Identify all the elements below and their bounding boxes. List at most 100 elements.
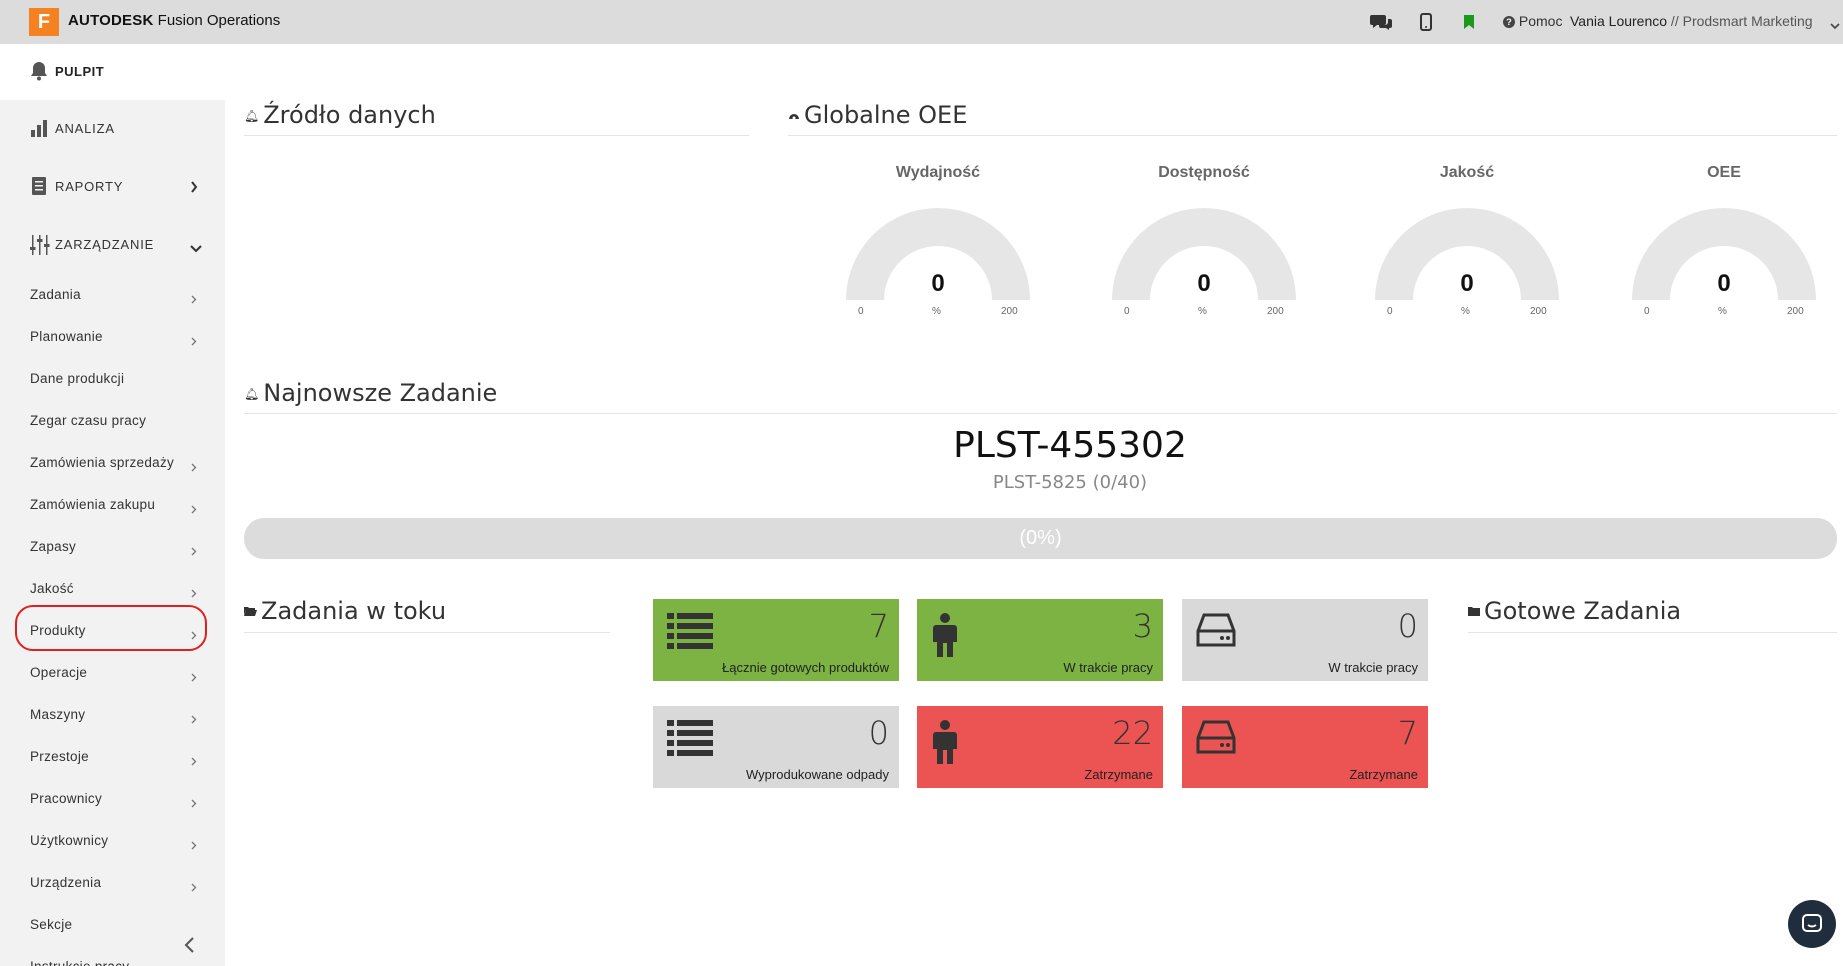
chat-icon[interactable] <box>1370 11 1392 33</box>
gauge-value: 0 <box>1717 270 1731 297</box>
sidebar-item-13[interactable]: Użytkownicy <box>0 822 225 860</box>
sidebar-label: RAPORTY <box>55 179 124 194</box>
brand-strong: AUTODESK <box>68 12 154 29</box>
gauge-max: 200 <box>1787 306 1804 317</box>
sidebar-item-2[interactable]: Dane produkcji <box>0 360 225 398</box>
gauge-unit: % <box>1718 306 1727 317</box>
folder-icon <box>1468 605 1480 619</box>
app-logo[interactable]: F <box>29 8 59 36</box>
sidebar: PULPIT ANALIZA RAPORTY ZARZĄDZANIE Zadan… <box>0 44 225 966</box>
divider <box>244 632 610 633</box>
sidebar-item-label: Zadania <box>30 287 81 302</box>
gauge-label: Wydajność <box>895 164 981 181</box>
stat-tile[interactable]: 0 Wyprodukowane odpady <box>653 706 899 788</box>
bell-icon <box>30 61 48 86</box>
gauge-min: 0 <box>1387 306 1393 317</box>
sidebar-item-label: Planowanie <box>30 329 103 344</box>
sidebar-item-12[interactable]: Pracownicy <box>0 780 225 818</box>
help-link[interactable]: ? Pomoc <box>1503 13 1562 29</box>
bell-icon: 🔔︎ <box>244 109 260 123</box>
sidebar-item-7[interactable]: Jakość <box>0 570 225 608</box>
brand-rest: Fusion Operations <box>153 12 281 29</box>
stat-tile[interactable]: 3 W trakcie pracy <box>917 599 1163 681</box>
sidebar-item-5[interactable]: Zamówienia zakupu <box>0 486 225 524</box>
gauge-unit: % <box>1198 306 1207 317</box>
chevron-right-icon <box>191 459 197 477</box>
gauge-value: 0 <box>1460 270 1474 297</box>
sidebar-item-14[interactable]: Urządzenia <box>0 864 225 902</box>
sidebar-item-0[interactable]: Zadania <box>0 276 225 314</box>
sidebar-item-3[interactable]: Zegar czasu pracy <box>0 402 225 440</box>
sidebar-label: ANALIZA <box>55 121 115 136</box>
sidebar-label: ZARZĄDZANIE <box>55 237 155 252</box>
in-progress-title-text: Zadania w toku <box>261 597 447 625</box>
sidebar-item-4[interactable]: Zamówienia sprzedaży <box>0 444 225 482</box>
chevron-right-icon <box>191 501 197 519</box>
stat-tile[interactable]: 7 Łącznie gotowych produktów <box>653 599 899 681</box>
chevron-right-icon <box>191 291 197 309</box>
bar-chart-icon <box>30 118 50 143</box>
oee-gauge: 0 0% 200 <box>1112 208 1296 318</box>
gauge-max: 200 <box>1001 306 1018 317</box>
sidebar-item-label: Sekcje <box>30 917 73 932</box>
sidebar-item-label: Jakość <box>30 581 74 596</box>
sidebar-item-11[interactable]: Przestoje <box>0 738 225 776</box>
tile-value: 7 <box>1397 714 1418 752</box>
chevron-right-icon <box>191 585 197 603</box>
sidebar-item-zarzadzanie[interactable]: ZARZĄDZANIE <box>0 224 225 264</box>
chat-launcher-button[interactable] <box>1788 900 1836 948</box>
sidebar-item-label: Użytkownicy <box>30 833 109 848</box>
sidebar-item-label: Pracownicy <box>30 791 103 806</box>
latest-job-title-text: Najnowsze Zadanie <box>263 379 498 407</box>
oee-title: Globalne OEE <box>788 101 967 129</box>
gauge-max: 200 <box>1267 306 1284 317</box>
logo-letter: F <box>37 10 51 33</box>
sidebar-item-label: Urządzenia <box>30 875 102 890</box>
list-icon <box>667 720 713 761</box>
sidebar-item-raporty[interactable]: RAPORTY <box>0 166 225 206</box>
tile-value: 22 <box>1112 714 1153 752</box>
sidebar-item-6[interactable]: Zapasy <box>0 528 225 566</box>
list-icon <box>667 613 713 654</box>
gauge-unit: % <box>1461 306 1470 317</box>
user-menu[interactable]: Vania Lourenco // Prodsmart Marketing <box>1570 13 1813 29</box>
worker-icon <box>931 613 959 664</box>
divider <box>244 135 749 136</box>
sidebar-item-9[interactable]: Operacje <box>0 654 225 692</box>
gauge-unit: % <box>932 306 941 317</box>
sidebar-item-analiza[interactable]: ANALIZA <box>0 108 225 148</box>
bell-icon: 🔔︎ <box>244 387 260 401</box>
chevron-right-icon <box>191 795 197 813</box>
tile-caption: Wyprodukowane odpady <box>746 767 889 782</box>
stat-tile[interactable]: 7 Zatrzymane <box>1182 706 1428 788</box>
sidebar-item-pulpit[interactable]: PULPIT <box>0 44 225 100</box>
sidebar-item-10[interactable]: Maszyny <box>0 696 225 734</box>
report-icon <box>30 176 48 201</box>
done-title: Gotowe Zadania <box>1468 597 1681 625</box>
sidebar-item-label: Maszyny <box>30 707 86 722</box>
bookmark-icon[interactable] <box>1458 11 1480 33</box>
sidebar-item-label: Przestoje <box>30 749 89 764</box>
chevron-right-icon <box>191 669 197 687</box>
folder-open-icon <box>244 605 257 619</box>
sidebar-item-label: Zamówienia zakupu <box>30 497 156 512</box>
stat-tile[interactable]: 0 W trakcie pracy <box>1182 599 1428 681</box>
stat-tile[interactable]: 22 Zatrzymane <box>917 706 1163 788</box>
data-source-title: 🔔︎ Źródło danych <box>244 101 436 129</box>
oee-gauge: 0 0% 200 <box>1632 208 1816 318</box>
gauge-min: 0 <box>1124 306 1130 317</box>
oee-gauge: 0 0% 200 <box>846 208 1030 318</box>
latest-job-progress: (0%) <box>244 518 1837 559</box>
gauge-max: 200 <box>1530 306 1547 317</box>
chevron-down-icon[interactable] <box>1830 17 1840 35</box>
sidebar-label: PULPIT <box>55 64 105 79</box>
tile-caption: Zatrzymane <box>1349 767 1418 782</box>
mobile-icon[interactable] <box>1415 11 1437 33</box>
collapse-sidebar-icon[interactable] <box>183 937 195 958</box>
latest-job-id[interactable]: PLST-455302 <box>850 425 1290 466</box>
user-name: Vania Lourenco <box>1570 13 1668 29</box>
tile-value: 3 <box>1132 607 1153 645</box>
sidebar-item-1[interactable]: Planowanie <box>0 318 225 356</box>
sliders-icon <box>30 234 50 261</box>
sidebar-item-label: Zamówienia sprzedaży <box>30 455 175 470</box>
